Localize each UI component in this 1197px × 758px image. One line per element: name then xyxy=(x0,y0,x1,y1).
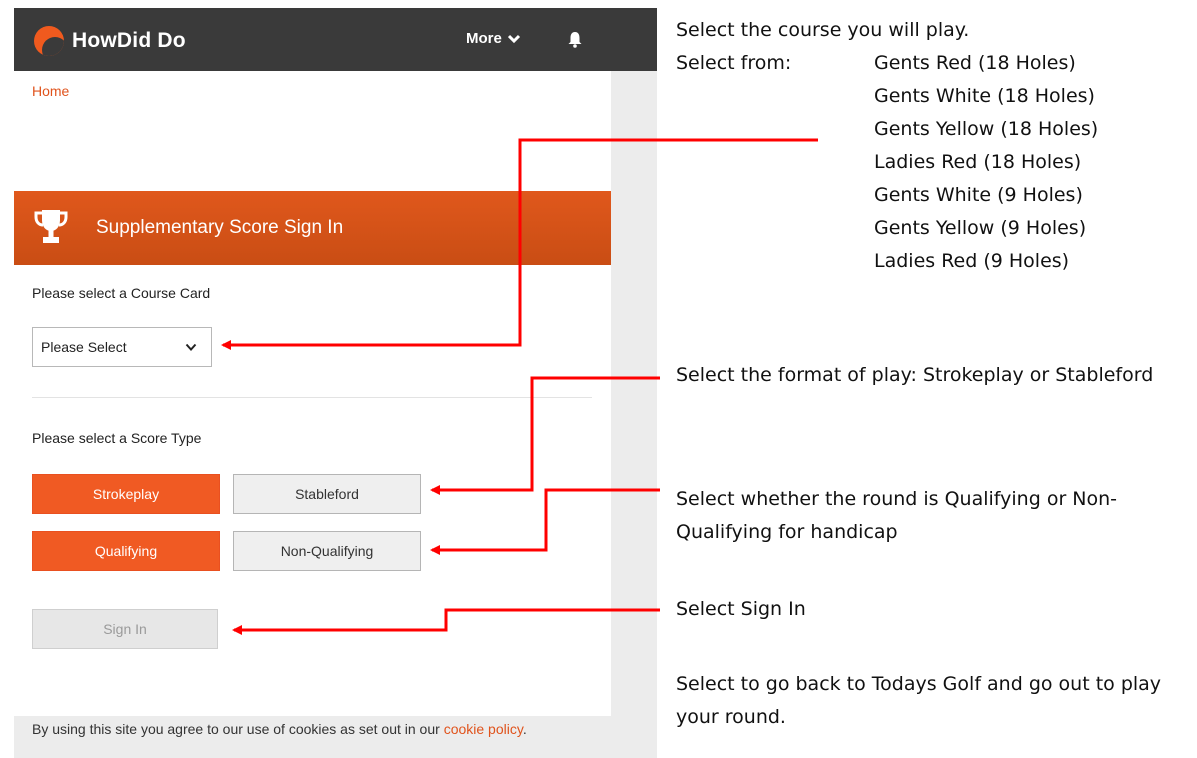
format-annotation: Select the format of play: Strokeplay or… xyxy=(676,364,1154,386)
cookie-text: By using this site you agree to our use … xyxy=(32,721,440,737)
stableford-button[interactable]: Stableford xyxy=(233,474,421,514)
non-qualifying-button[interactable]: Non-Qualifying xyxy=(233,531,421,571)
chevron-down-icon xyxy=(185,343,197,351)
more-menu-button[interactable]: More xyxy=(466,30,521,47)
select-from-annotation: Select from: xyxy=(676,52,792,74)
divider xyxy=(32,397,592,398)
page-title: Supplementary Score Sign In xyxy=(96,217,344,238)
sign-in-annotation: Select Sign In xyxy=(676,598,806,620)
trophy-icon xyxy=(34,210,68,243)
course-option: Gents Yellow (9 Holes) xyxy=(874,217,1087,239)
back-annotation: Select to go back to Todays Golf and go … xyxy=(676,673,1162,728)
cookie-end: . xyxy=(522,721,527,737)
course-option: Gents White (18 Holes) xyxy=(874,85,1095,107)
app-screenshot: HowDid Do More Home Supplementary Score … xyxy=(14,8,657,758)
course-options-list: Gents Red (18 Holes) Gents White (18 Hol… xyxy=(874,47,1098,278)
cookie-policy-link[interactable]: cookie policy xyxy=(444,721,523,737)
course-card-select[interactable]: Please Select xyxy=(32,327,212,367)
course-option: Ladies Red (9 Holes) xyxy=(874,250,1070,272)
cookie-notice: By using this site you agree to our use … xyxy=(32,721,527,737)
top-bar: HowDid Do More xyxy=(14,8,657,71)
qualifying-button[interactable]: Qualifying xyxy=(32,531,220,571)
course-select-value: Please Select xyxy=(41,339,127,355)
course-option: Ladies Red (18 Holes) xyxy=(874,151,1082,173)
logo[interactable]: HowDid Do xyxy=(34,26,186,56)
sign-in-button[interactable]: Sign In xyxy=(32,609,218,649)
course-option: Gents Yellow (18 Holes) xyxy=(874,118,1099,140)
logo-text: HowDid Do xyxy=(72,29,186,52)
page-content: Home Supplementary Score Sign In Please … xyxy=(14,71,611,716)
chevron-down-icon xyxy=(507,34,520,43)
bell-icon[interactable] xyxy=(567,31,583,48)
qualifying-annotation: Select whether the round is Qualifying o… xyxy=(676,488,1118,543)
course-option: Gents Red (18 Holes) xyxy=(874,52,1076,74)
strokeplay-button[interactable]: Strokeplay xyxy=(32,474,220,514)
course-card-label: Please select a Course Card xyxy=(32,285,211,301)
logo-mark-icon xyxy=(34,26,64,56)
page-banner: Supplementary Score Sign In xyxy=(14,191,611,265)
more-label: More xyxy=(466,30,502,47)
score-type-label: Please select a Score Type xyxy=(32,430,202,446)
course-option: Gents White (9 Holes) xyxy=(874,184,1083,206)
breadcrumb-home[interactable]: Home xyxy=(32,83,69,99)
course-annotation: Select the course you will play. xyxy=(676,19,970,41)
